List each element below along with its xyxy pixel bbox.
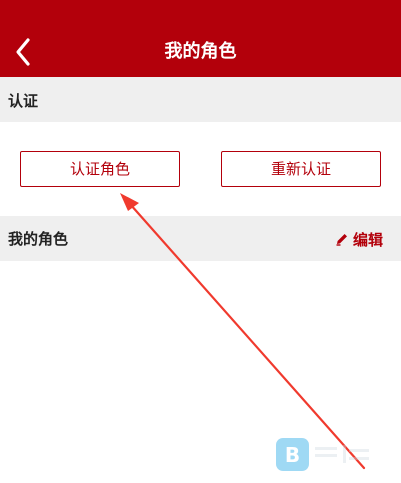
watermark-text (315, 445, 369, 463)
watermark-logo: B (276, 438, 309, 471)
svg-text:B: B (285, 443, 300, 467)
arrow-annotation-icon (120, 193, 366, 470)
